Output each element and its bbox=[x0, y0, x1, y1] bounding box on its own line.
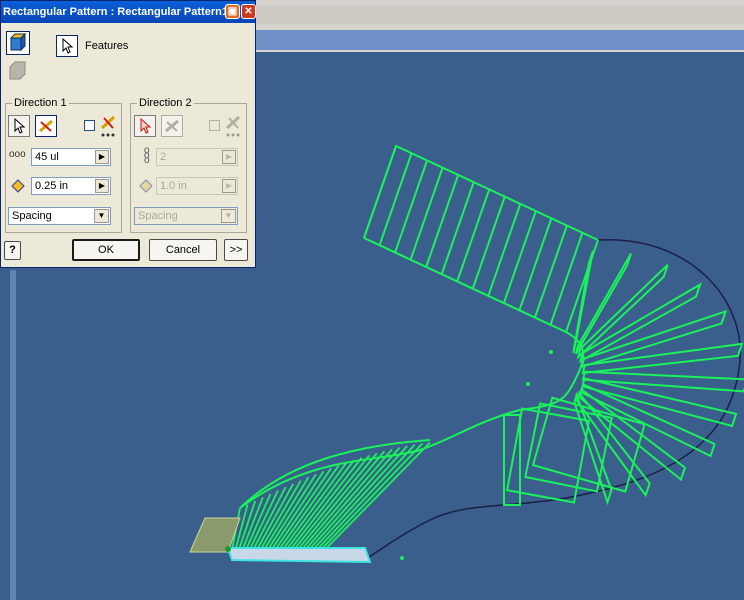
direction2-spacing-field[interactable]: 1.0 in ▶ bbox=[156, 177, 238, 195]
sketch-point bbox=[549, 350, 553, 354]
direction1-count-value: 45 ul bbox=[35, 151, 59, 163]
upper-step-line bbox=[409, 167, 444, 261]
direction1-title: Direction 1 bbox=[12, 97, 69, 109]
flip-direction-icon bbox=[165, 119, 179, 133]
curved-step bbox=[581, 370, 744, 393]
cube-icon bbox=[9, 32, 27, 52]
arrow-cursor-icon bbox=[140, 117, 152, 134]
base-point bbox=[225, 546, 231, 552]
direction2-midplane-checkbox[interactable] bbox=[209, 120, 220, 131]
chevron-right-icon[interactable]: ▶ bbox=[222, 179, 236, 193]
midplane-icon bbox=[100, 115, 116, 137]
upper-step-line bbox=[471, 196, 506, 289]
upper-step-line bbox=[518, 217, 553, 311]
lower-step-line bbox=[271, 467, 332, 556]
direction1-method-value: Spacing bbox=[12, 210, 52, 222]
direction1-spacing-field[interactable]: 0.25 in ▶ bbox=[31, 177, 111, 195]
direction1-flip-button[interactable] bbox=[35, 115, 57, 137]
pattern-solid-icon[interactable] bbox=[6, 59, 30, 83]
direction2-count-value: 2 bbox=[160, 151, 167, 163]
upper-step-line bbox=[363, 145, 397, 239]
lower-step-line bbox=[280, 459, 355, 557]
dialog-title: Rectangular Pattern : Rectangular Patter… bbox=[3, 6, 228, 18]
ok-button[interactable]: OK bbox=[72, 239, 140, 261]
spacing-diamond-icon bbox=[139, 179, 153, 193]
midplane-icon bbox=[225, 115, 241, 137]
flip-direction-icon bbox=[39, 119, 53, 133]
chevron-down-icon[interactable]: ▼ bbox=[221, 209, 236, 223]
chevron-right-icon[interactable]: ▶ bbox=[95, 150, 109, 164]
more-options-button[interactable]: >> bbox=[224, 239, 248, 261]
close-icon[interactable]: ✕ bbox=[241, 4, 256, 19]
upper-step-line bbox=[425, 174, 460, 268]
upper-step-line bbox=[378, 152, 413, 246]
direction2-count-field[interactable]: 2 ▶ bbox=[156, 148, 238, 166]
dialog-titlebar[interactable]: Rectangular Pattern : Rectangular Patter… bbox=[1, 1, 256, 23]
direction1-method-select[interactable]: Spacing ▼ bbox=[8, 207, 111, 225]
lower-step-line bbox=[294, 450, 386, 559]
arrow-cursor-icon bbox=[62, 37, 74, 54]
lower-step-line bbox=[307, 444, 416, 560]
sketch-point bbox=[526, 382, 530, 386]
direction1-path-select-button[interactable] bbox=[8, 115, 30, 137]
sketch-point bbox=[400, 556, 404, 560]
inner-edge-path bbox=[239, 237, 585, 509]
upper-step-line bbox=[487, 203, 522, 297]
cancel-button[interactable]: Cancel bbox=[149, 239, 217, 261]
upper-step-line bbox=[533, 225, 568, 318]
upper-step-line bbox=[549, 232, 584, 326]
help-button[interactable]: ? bbox=[4, 241, 21, 260]
features-select-button[interactable] bbox=[56, 35, 78, 57]
pattern-features-icon[interactable] bbox=[6, 31, 30, 55]
chevron-right-icon[interactable]: ▶ bbox=[95, 179, 109, 193]
direction2-path-select-button[interactable] bbox=[134, 115, 156, 137]
direction2-flip-button[interactable] bbox=[161, 115, 183, 137]
base-plate bbox=[226, 547, 372, 564]
upper-step-line bbox=[502, 210, 537, 304]
direction1-midplane-checkbox[interactable] bbox=[84, 120, 95, 131]
upper-flight-outline bbox=[363, 144, 599, 241]
direction2-title: Direction 2 bbox=[137, 97, 194, 109]
upper-step-line bbox=[456, 189, 491, 282]
direction2-spacing-value: 1.0 in bbox=[160, 180, 187, 192]
direction2-method-value: Spacing bbox=[138, 210, 178, 222]
solid-icon bbox=[9, 61, 26, 80]
curved-step bbox=[574, 253, 632, 355]
count-dots-vertical-icon: ooo bbox=[144, 145, 150, 166]
upper-step-line bbox=[440, 181, 475, 275]
spacing-diamond-icon bbox=[11, 179, 25, 193]
chevron-down-icon[interactable]: ▼ bbox=[94, 209, 109, 223]
direction1-spacing-value: 0.25 in bbox=[35, 180, 69, 192]
upper-step-line bbox=[394, 160, 429, 253]
rectangular-pattern-dialog: Rectangular Pattern : Rectangular Patter… bbox=[0, 0, 256, 268]
arrow-cursor-icon bbox=[14, 117, 26, 134]
direction1-count-field[interactable]: 45 ul ▶ bbox=[31, 148, 111, 166]
viewport-left-edge bbox=[10, 270, 16, 600]
direction2-method-select[interactable]: Spacing ▼ bbox=[134, 207, 238, 225]
chevron-right-icon[interactable]: ▶ bbox=[222, 150, 236, 164]
features-label: Features bbox=[85, 40, 129, 52]
count-dots-icon: ooo bbox=[9, 149, 26, 160]
titlebar-help-icon[interactable]: ▣ bbox=[225, 4, 240, 19]
